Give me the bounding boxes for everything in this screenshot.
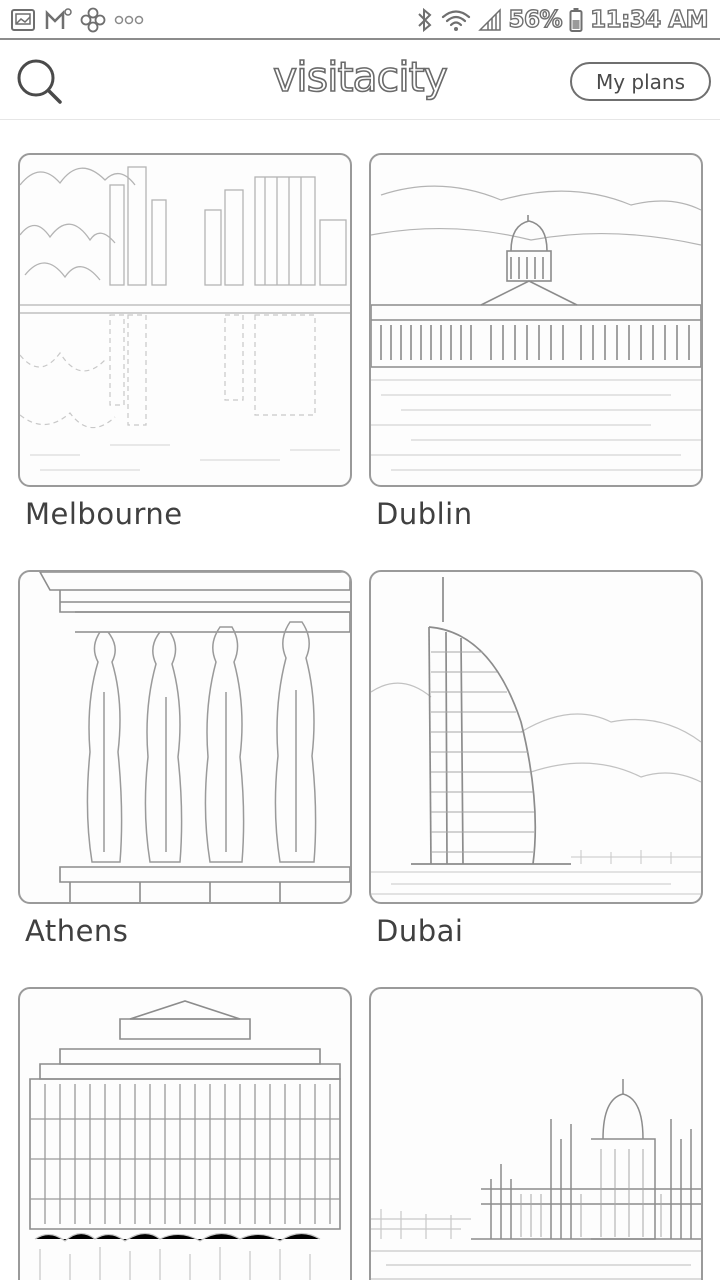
- las-vegas-hotel-photo: [18, 987, 352, 1280]
- status-time: 11:34 AM: [589, 6, 709, 33]
- city-grid: Melbourne Dublin Athens Dubai: [0, 120, 720, 1280]
- city-name: Athens: [25, 914, 129, 948]
- battery-icon: [569, 8, 583, 32]
- app-header: visitacity My plans: [0, 42, 720, 120]
- dublin-custom-house-photo: [369, 153, 703, 487]
- my-plans-button[interactable]: My plans: [570, 62, 711, 101]
- bluetooth-icon: [417, 7, 431, 33]
- gallery-notification-icon: [11, 9, 35, 31]
- battery-percentage: 56%: [508, 6, 563, 33]
- signal-icon: [477, 8, 501, 31]
- athens-caryatids-photo: [18, 570, 352, 904]
- melbourne-skyline-photo: [18, 153, 352, 487]
- gmail-notification-icon: [45, 8, 72, 29]
- pinwheel-notification-icon: [80, 7, 106, 33]
- budapest-parliament-photo: [369, 987, 703, 1280]
- city-name: Dubai: [376, 914, 464, 948]
- system-indicators: 56% 11:34 AM: [416, 5, 709, 35]
- city-name: Dublin: [376, 497, 473, 531]
- wifi-icon: [441, 10, 470, 31]
- notification-icons: [10, 7, 144, 33]
- status-bar: 56% 11:34 AM: [0, 0, 720, 40]
- city-name: Melbourne: [25, 497, 183, 531]
- more-notifications-icon: [114, 15, 144, 25]
- dubai-burj-al-arab-photo: [369, 570, 703, 904]
